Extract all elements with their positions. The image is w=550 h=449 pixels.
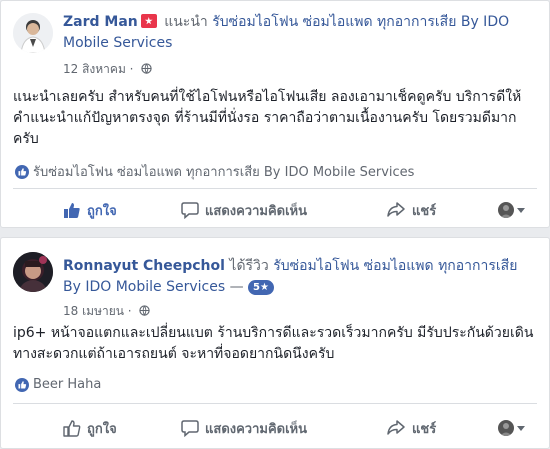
post-date[interactable]: 18 เมษายน: [63, 304, 124, 318]
post-as-selector[interactable]: [498, 420, 525, 436]
globe-icon: [139, 305, 151, 316]
share-icon: [387, 202, 405, 217]
comment-button[interactable]: แสดงความคิดเห็น: [181, 418, 307, 439]
globe-icon: [141, 63, 152, 74]
likes-summary[interactable]: Beer Haha: [15, 377, 101, 392]
like-badge-icon: [15, 377, 29, 392]
thumbs-up-icon: [63, 420, 81, 437]
chevron-down-icon: [517, 207, 525, 213]
comment-label: แสดงความคิดเห็น: [205, 421, 308, 437]
share-icon: [387, 420, 405, 435]
like-button[interactable]: ถูกใจ: [63, 200, 117, 221]
separator: —: [229, 279, 244, 295]
share-button[interactable]: แชร์: [386, 418, 436, 439]
post-text: แนะนำเลยครับ สำหรับคนที่ใช้ไอโฟนหรือไอโฟ…: [13, 89, 522, 147]
action-verb: แนะนำ: [164, 14, 208, 30]
comment-label: แสดงความคิดเห็น: [205, 203, 308, 219]
post-meta: 12 สิงหาคม ·: [63, 60, 152, 79]
author-name[interactable]: Zard Man: [63, 14, 138, 30]
comment-icon: [181, 420, 199, 437]
avatar[interactable]: [13, 252, 53, 292]
like-button[interactable]: ถูกใจ: [63, 418, 117, 439]
comment-icon: [181, 202, 199, 219]
comment-button[interactable]: แสดงความคิดเห็น: [181, 200, 307, 221]
post-meta: 18 เมษายน ·: [63, 302, 151, 321]
post-header: Zard Man แนะนำ รับซ่อมไอโฟน ซ่อมไอแพด ทุ…: [63, 12, 537, 54]
like-label: ถูกใจ: [87, 421, 117, 437]
thumbs-up-icon: [64, 203, 80, 218]
avatar[interactable]: [13, 13, 53, 53]
viewer-avatar: [498, 420, 514, 436]
post-text: ip6+ หน้าจอแตกและเปลี่ยนแบต ร้านบริการดี…: [13, 325, 534, 362]
post-card: Zard Man แนะนำ รับซ่อมไอโฟน ซ่อมไอแพด ทุ…: [0, 0, 550, 228]
post-header: Ronnayut Cheepchol ได้รีวิว รับซ่อมไอโฟน…: [63, 256, 537, 298]
author-name[interactable]: Ronnayut Cheepchol: [63, 258, 225, 274]
post-card: Ronnayut Cheepchol ได้รีวิว รับซ่อมไอโฟน…: [0, 237, 550, 449]
post-as-selector[interactable]: [498, 202, 525, 218]
post-date[interactable]: 12 สิงหาคม: [63, 62, 126, 76]
viewer-avatar: [498, 202, 514, 218]
action-bar: ถูกใจ แสดงความคิดเห็น แชร์: [13, 412, 537, 444]
share-label: แชร์: [412, 421, 437, 437]
recommend-flag-icon: [140, 14, 157, 28]
share-button[interactable]: แชร์: [386, 200, 436, 221]
recommended-page[interactable]: รับซ่อมไอโฟน ซ่อมไอแพด ทุกอาการเสีย By I…: [33, 161, 414, 182]
action-bar: ถูกใจ แสดงความคิดเห็น แชร์: [13, 194, 537, 226]
chevron-down-icon: [517, 425, 525, 431]
likers-names[interactable]: Beer Haha: [33, 377, 101, 392]
like-badge-icon: [15, 164, 29, 179]
divider: [13, 188, 537, 189]
divider: [13, 403, 537, 404]
share-label: แชร์: [412, 203, 437, 219]
like-label: ถูกใจ: [87, 203, 117, 219]
rating-badge: 5★: [248, 280, 274, 295]
action-verb: ได้รีวิว: [229, 258, 269, 274]
recommendation-line[interactable]: รับซ่อมไอโฟน ซ่อมไอแพด ทุกอาการเสีย By I…: [15, 161, 414, 182]
